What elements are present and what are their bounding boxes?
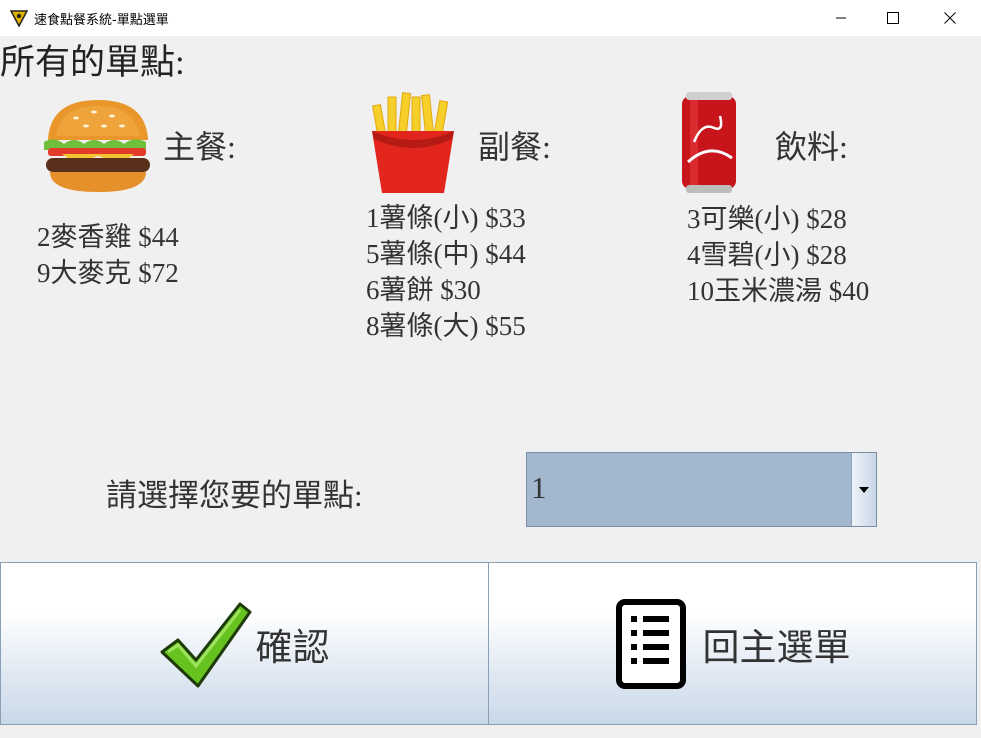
title-bar: 速食點餐系統-單點選單 [0,0,981,36]
list-document-icon [615,598,686,689]
category-label-side: 副餐: [478,129,551,165]
category-label-drinks: 飲料: [775,129,848,165]
burger-icon [44,100,150,192]
confirm-button[interactable]: 確認 [0,562,489,725]
app-logo-icon [10,10,28,27]
dropdown-arrow-button[interactable] [851,453,876,526]
selection-label: 請選擇您要的單點: [106,478,363,513]
list-item: 2麥香雞 $44 [37,222,179,252]
list-item: 6薯餅 $30 [366,275,481,305]
confirm-button-label: 確認 [255,627,330,669]
list-item: 9大麥克 $72 [37,258,179,288]
checkmark-icon [160,602,251,687]
page-title: 所有的單點: [0,43,185,82]
side-items-list: 1薯條(小) $33 5薯條(中) $44 6薯餅 $30 8薯條(大) $55 [366,200,526,344]
list-item: 1薯條(小) $33 [366,203,526,233]
back-button-label: 回主選單 [702,627,851,669]
back-to-main-menu-button[interactable]: 回主選單 [488,562,977,725]
category-label-main: 主餐: [163,129,236,165]
list-item: 10玉米濃湯 $40 [687,276,870,306]
maximize-button[interactable] [870,0,916,36]
close-button[interactable] [927,0,973,36]
item-select-combobox[interactable]: 1 [526,452,877,527]
window-title: 速食點餐系統-單點選單 [34,13,169,28]
selected-value: 1 [531,470,547,505]
list-item: 4雪碧(小) $28 [687,240,847,270]
minimize-button[interactable] [818,0,864,36]
maximize-icon [887,12,899,24]
minimize-icon [836,17,846,19]
close-icon [944,12,956,24]
list-item: 3可樂(小) $28 [687,204,847,234]
fries-icon [372,92,454,193]
list-item: 8薯條(大) $55 [366,311,526,341]
list-item: 5薯條(中) $44 [366,239,526,269]
main-items-list: 2麥香雞 $44 9大麥克 $72 [37,219,179,291]
dropdown-arrow-icon [859,486,869,493]
drinks-items-list: 3可樂(小) $28 4雪碧(小) $28 10玉米濃湯 $40 [687,201,869,309]
cola-can-icon [682,92,736,193]
